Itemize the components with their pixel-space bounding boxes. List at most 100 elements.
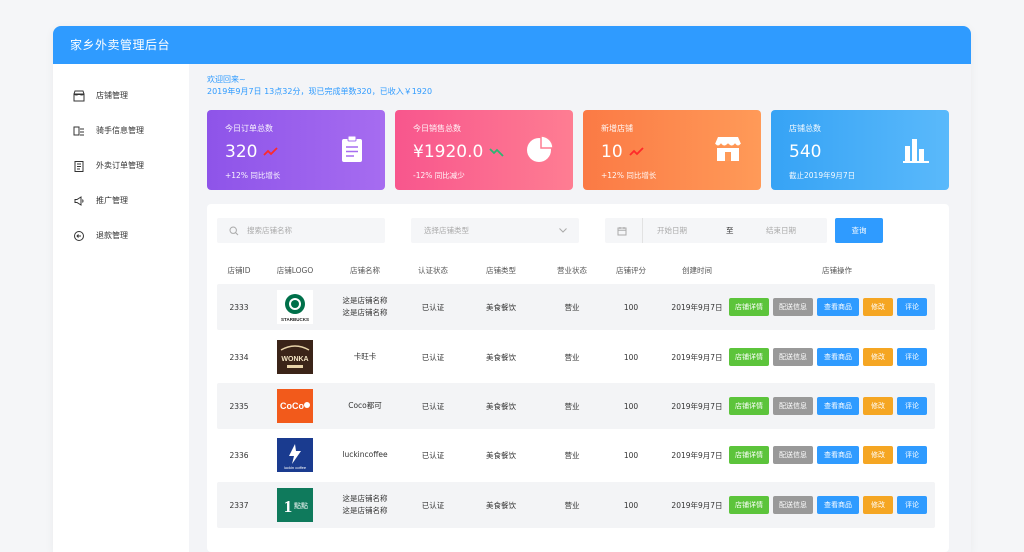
card-subtitle: 截止2019年9月7日 [789, 171, 856, 180]
column-header: 店铺ID [227, 266, 251, 275]
sidebar-item-label: 退款管理 [96, 231, 128, 240]
shop-icon [714, 137, 742, 161]
store-score: 100 [623, 500, 639, 510]
column-header: 店铺类型 [486, 266, 516, 275]
search-placeholder: 搜索店铺名称 [247, 226, 292, 235]
sidebar-item-refunds[interactable]: 退款管理 [53, 218, 189, 253]
stat-cards: 今日订单总数 320 +12% 同比增长 今日销售总数 ¥1920.0 -12%… [207, 110, 951, 190]
business-status: 营业 [564, 401, 580, 411]
created-date: 2019年9月7日 [671, 352, 723, 362]
sidebar-item-label: 店铺管理 [96, 91, 128, 100]
review-button[interactable]: 评论 [897, 496, 927, 514]
date-range-separator: 至 [726, 226, 734, 235]
column-header: 店铺LOGO [276, 266, 314, 275]
order-icon [72, 159, 86, 173]
table-row: 2337 1 點點 这是店铺名称 这是店铺名称 已认证 美食餐饮 营业 100 2019年9月7… [217, 482, 935, 528]
view-goods-button[interactable]: 查看商品 [817, 446, 859, 464]
cert-status: 已认证 [421, 450, 445, 460]
created-date: 2019年9月7日 [671, 500, 723, 510]
rider-icon [72, 124, 86, 138]
delivery-info-button[interactable]: 配送信息 [773, 446, 813, 464]
start-date-input[interactable]: 开始日期 [657, 225, 687, 236]
store-name: 这是店铺名称 这是店铺名称 [342, 494, 388, 515]
store-detail-button[interactable]: 店铺详情 [729, 298, 769, 316]
sidebar-item-label: 推广管理 [96, 196, 128, 205]
store-type: 美食餐饮 [486, 500, 516, 510]
card-value: 10 [601, 142, 623, 162]
svg-text:1: 1 [284, 497, 293, 516]
column-header: 店铺名称 [350, 266, 380, 275]
store-detail-button[interactable]: 店铺详情 [729, 496, 769, 514]
search-input[interactable]: 搜索店铺名称 [217, 218, 385, 243]
cert-status: 已认证 [421, 352, 445, 362]
table-row: 2335 CoCo Coco都可 已认证 美食餐饮 营业 100 2019年9月7日 店铺详情配… [217, 383, 935, 429]
review-button[interactable]: 评论 [897, 397, 927, 415]
view-goods-button[interactable]: 查看商品 [817, 397, 859, 415]
svg-text:WONKA: WONKA [281, 356, 308, 363]
delivery-info-button[interactable]: 配送信息 [773, 298, 813, 316]
stat-card-orders: 今日订单总数 320 +12% 同比增长 [207, 110, 385, 190]
welcome-message: 欢迎回来~ 2019年9月7日 13点32分，现已完成单数320，已收入￥192… [207, 74, 951, 98]
store-id: 2336 [229, 450, 249, 460]
edit-button[interactable]: 修改 [863, 496, 893, 514]
query-button[interactable]: 查询 [835, 218, 883, 243]
bar-chart-icon [903, 139, 929, 163]
store-detail-button[interactable]: 店铺详情 [729, 348, 769, 366]
card-title: 今日销售总数 [413, 124, 461, 133]
sidebar-item-orders[interactable]: 外卖订单管理 [53, 148, 189, 183]
search-icon [229, 225, 239, 235]
card-subtitle: +12% 同比增长 [225, 171, 281, 180]
store-type: 美食餐饮 [486, 401, 516, 411]
pie-chart-icon [527, 135, 554, 162]
store-id: 2337 [229, 500, 249, 510]
card-title: 新增店铺 [601, 124, 633, 133]
store-id: 2333 [229, 302, 249, 312]
store-type: 美食餐饮 [486, 450, 516, 460]
stat-card-new-stores: 新增店铺 10 +12% 同比增长 [583, 110, 761, 190]
sidebar-item-stores[interactable]: 店铺管理 [53, 78, 189, 113]
card-subtitle: -12% 同比减少 [413, 171, 465, 180]
column-header: 营业状态 [557, 266, 587, 275]
trend-down-icon [489, 148, 504, 157]
view-goods-button[interactable]: 查看商品 [817, 298, 859, 316]
table-row: 2334 WONKA 卡旺卡 已认证 美食餐饮 营业 100 2019年9月7日 店铺详情 配送信… [217, 334, 935, 380]
store-logo-wonka: WONKA [277, 334, 313, 380]
date-range-picker[interactable]: 开始日期 至 结束日期 [605, 218, 827, 243]
business-status: 营业 [564, 352, 580, 362]
delivery-info-button[interactable]: 配送信息 [773, 348, 813, 366]
store-detail-button[interactable]: 店铺详情 [729, 446, 769, 464]
svg-text:luckin coffee: luckin coffee [284, 465, 307, 470]
end-date-input[interactable]: 结束日期 [766, 225, 796, 236]
edit-button[interactable]: 修改 [863, 397, 893, 415]
sidebar-item-promotion[interactable]: 推广管理 [53, 183, 189, 218]
edit-button[interactable]: 修改 [863, 298, 893, 316]
table-row: 2333 STARBUCKS 这是店铺名称 这是店铺名称 已认证 美食餐饮 营业 100 20… [217, 284, 935, 330]
delivery-info-button[interactable]: 配送信息 [773, 397, 813, 415]
store-name: luckincoffee [342, 450, 388, 459]
card-title: 店铺总数 [789, 124, 821, 133]
review-button[interactable]: 评论 [897, 446, 927, 464]
store-score: 100 [623, 450, 639, 460]
store-logo-luckin: luckin coffee [277, 432, 313, 478]
chevron-down-icon [559, 228, 567, 233]
sidebar-item-riders[interactable]: 骑手信息管理 [53, 113, 189, 148]
delivery-info-button[interactable]: 配送信息 [773, 496, 813, 514]
view-goods-button[interactable]: 查看商品 [817, 348, 859, 366]
trend-up-icon [263, 147, 279, 156]
store-logo-yidiandian: 1 點點 [277, 482, 313, 528]
review-button[interactable]: 评论 [897, 348, 927, 366]
edit-button[interactable]: 修改 [863, 348, 893, 366]
review-button[interactable]: 评论 [897, 298, 927, 316]
svg-text:STARBUCKS: STARBUCKS [281, 317, 309, 322]
business-status: 营业 [564, 450, 580, 460]
store-name: 这是店铺名称 这是店铺名称 [342, 296, 388, 317]
card-value: 320 [225, 142, 258, 162]
megaphone-icon [72, 194, 86, 208]
edit-button[interactable]: 修改 [863, 446, 893, 464]
view-goods-button[interactable]: 查看商品 [817, 496, 859, 514]
stat-card-total-stores: 店铺总数 540 截止2019年9月7日 [771, 110, 949, 190]
trend-up-icon [629, 147, 644, 156]
store-detail-button[interactable]: 店铺详情 [729, 397, 769, 415]
store-type-select[interactable]: 选择店铺类型 [411, 218, 579, 243]
cert-status: 已认证 [421, 401, 445, 411]
